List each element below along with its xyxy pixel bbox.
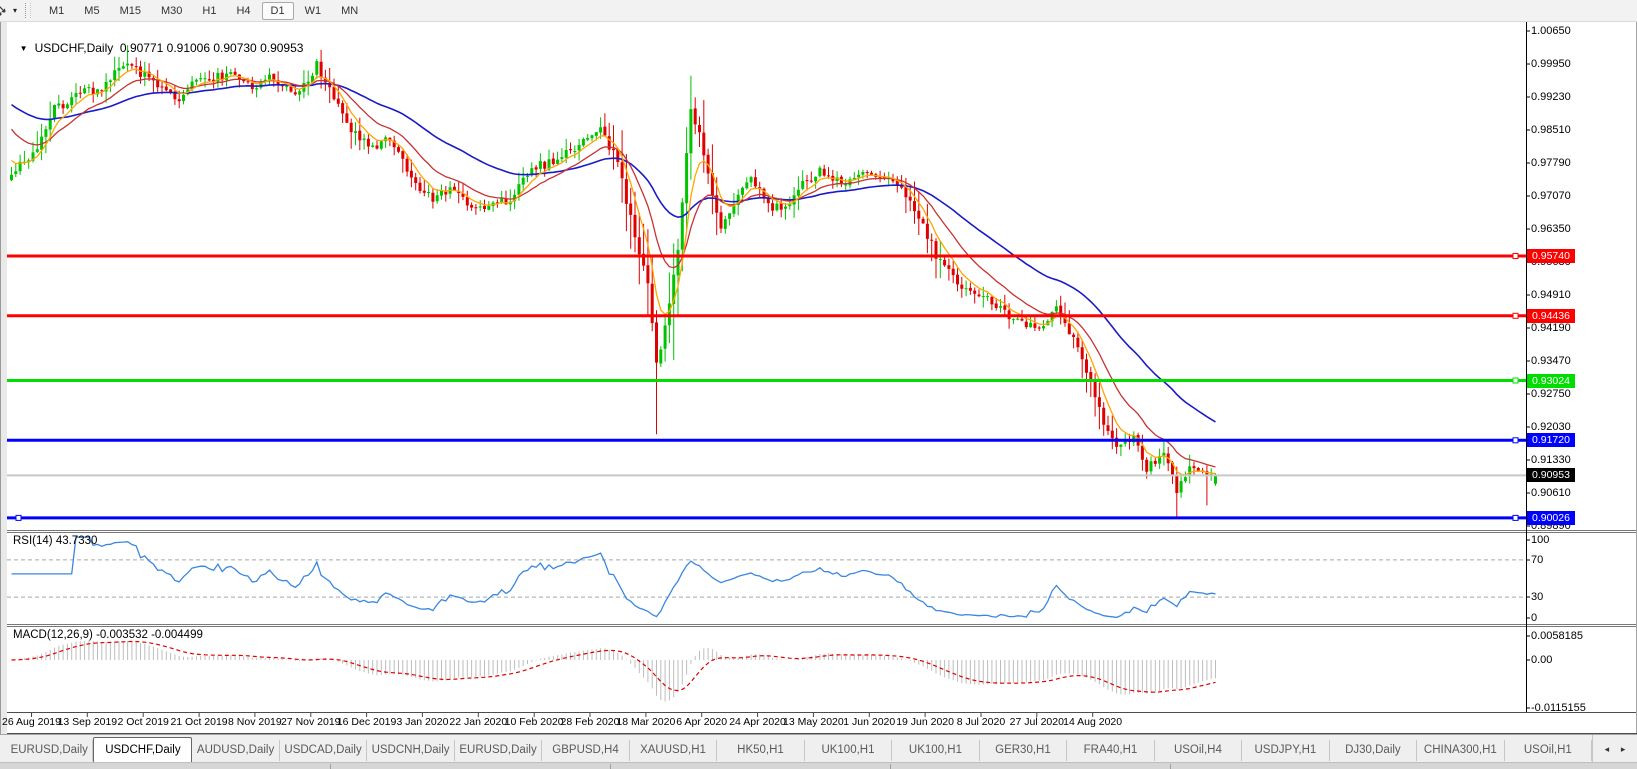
- chart-tabs: EURUSD,DailyUSDCHF,DailyAUDUSD,DailyUSDC…: [0, 735, 1592, 763]
- chart-tab-uk100-h1[interactable]: UK100,H1: [805, 740, 892, 761]
- bid-price-label[interactable]: 0.90953: [1527, 468, 1575, 482]
- window-left-edge: [0, 21, 7, 762]
- chart-tab-dj30-daily[interactable]: DJ30,Daily: [1330, 740, 1417, 761]
- chart-tabs-bar: EURUSD,DailyUSDCHF,DailyAUDUSD,DailyUSDC…: [0, 734, 1637, 763]
- chart-tab-usoil-h4[interactable]: USOil,H4: [1155, 740, 1242, 761]
- timeframe-button-d1[interactable]: D1: [262, 2, 294, 20]
- price-tick-0.92030: 0.92030: [1531, 420, 1571, 434]
- price-tick-0.93470: 0.93470: [1531, 354, 1571, 368]
- macd-scale-0.00: 0.00: [1531, 653, 1552, 667]
- tab-scroll-left-icon[interactable]: ◂: [1605, 744, 1610, 755]
- macd-indicator-label: MACD(12,26,9) -0.003532 -0.004499: [13, 629, 203, 641]
- toolbar-grip: [25, 3, 31, 18]
- price-tick-0.97790: 0.97790: [1531, 156, 1571, 170]
- chart-tab-hk50-h1[interactable]: HK50,H1: [717, 740, 804, 761]
- price-tick-0.94190: 0.94190: [1531, 321, 1571, 335]
- rsi-scale-70: 70: [1531, 553, 1543, 567]
- price-tick-0.90610: 0.90610: [1531, 486, 1571, 500]
- timeframe-button-m1[interactable]: M1: [40, 2, 73, 20]
- tool-dropdown-caret-icon[interactable]: ▾: [13, 6, 17, 15]
- chart-title-text: USDCHF,Daily 0.90771 0.91006 0.90730 0.9…: [35, 41, 304, 55]
- chart-tab-usdchf-daily[interactable]: USDCHF,Daily: [93, 737, 192, 763]
- price-chart[interactable]: [0, 0, 1637, 768]
- date-label: 14 Aug 2020: [1053, 716, 1133, 728]
- chart-tab-xauusd-h1[interactable]: XAUUSD,H1: [630, 740, 717, 761]
- chart-tab-uk100-h1[interactable]: UK100,H1: [892, 740, 979, 761]
- rsi-indicator-label: RSI(14) 43.7330: [13, 535, 97, 547]
- chart-tab-ger30-h1[interactable]: GER30,H1: [980, 740, 1067, 761]
- chart-title: ▼ USDCHF,Daily 0.90771 0.91006 0.90730 0.…: [13, 27, 303, 55]
- macd-scale-0.0058185: 0.0058185: [1531, 629, 1583, 643]
- price-tick-1.00650: 1.00650: [1531, 24, 1571, 38]
- hline-price-label-0.94436[interactable]: 0.94436: [1527, 309, 1575, 323]
- chart-tab-china300-h1[interactable]: CHINA300,H1: [1417, 740, 1504, 761]
- macd-scale--0.0115155: -0.0115155: [1531, 701, 1586, 715]
- chart-tab-usdjpy-h1[interactable]: USDJPY,H1: [1242, 740, 1329, 761]
- chart-cursor-tool-icon[interactable]: [0, 3, 11, 19]
- timeframe-button-m5[interactable]: M5: [75, 2, 108, 20]
- hline-price-label-0.90026[interactable]: 0.90026: [1527, 511, 1575, 525]
- hline-price-label-0.91720[interactable]: 0.91720: [1527, 433, 1575, 447]
- rsi-scale-100: 100: [1531, 533, 1549, 547]
- price-tick-0.92750: 0.92750: [1531, 387, 1571, 401]
- price-tick-0.97070: 0.97070: [1531, 189, 1571, 203]
- timeframe-button-w1[interactable]: W1: [296, 2, 331, 20]
- chart-tab-fra40-h1[interactable]: FRA40,H1: [1067, 740, 1154, 761]
- tab-scroll-arrows: ◂ ▸: [1592, 735, 1637, 763]
- chart-tab-audusd-daily[interactable]: AUDUSD,Daily: [192, 740, 279, 761]
- price-tick-0.98510: 0.98510: [1531, 123, 1571, 137]
- hline-price-label-0.95740[interactable]: 0.95740: [1527, 249, 1575, 263]
- price-tick-0.91330: 0.91330: [1531, 453, 1571, 467]
- rsi-scale-0: 0: [1531, 611, 1537, 625]
- tab-scroll-right-icon[interactable]: ▸: [1621, 744, 1626, 755]
- chart-tab-usdcnh-daily[interactable]: USDCNH,Daily: [367, 740, 454, 761]
- timeframe-button-h1[interactable]: H1: [193, 2, 225, 20]
- chart-tab-eurusd-daily[interactable]: EURUSD,Daily: [455, 740, 542, 761]
- price-tick-0.99230: 0.99230: [1531, 90, 1571, 104]
- mt4-terminal: { "toolbar": { "timeframes": ["M1","M5",…: [0, 0, 1637, 768]
- timeframe-button-h4[interactable]: H4: [227, 2, 259, 20]
- timeframe-button-m30[interactable]: M30: [152, 2, 191, 20]
- chart-tab-eurusd-daily[interactable]: EURUSD,Daily: [6, 740, 93, 761]
- chart-tab-gbpusd-h4[interactable]: GBPUSD,H4: [542, 740, 629, 761]
- hline-price-label-0.93024[interactable]: 0.93024: [1527, 374, 1575, 388]
- price-tick-0.96350: 0.96350: [1531, 222, 1571, 236]
- price-tick-0.99950: 0.99950: [1531, 57, 1571, 71]
- collapse-triangle-icon[interactable]: ▼: [20, 44, 28, 53]
- timeframe-toolbar: ▾ M1M5M15M30H1H4D1W1MN: [0, 0, 1637, 22]
- timeframe-button-m15[interactable]: M15: [111, 2, 150, 20]
- timeframe-button-mn[interactable]: MN: [332, 2, 367, 20]
- chart-tab-usoil-h1[interactable]: USOil,H1: [1505, 740, 1592, 761]
- chart-tab-usdcad-daily[interactable]: USDCAD,Daily: [280, 740, 367, 761]
- price-tick-0.94910: 0.94910: [1531, 288, 1571, 302]
- timeframe-buttons: M1M5M15M30H1H4D1W1MN: [39, 2, 368, 20]
- rsi-scale-30: 30: [1531, 590, 1543, 604]
